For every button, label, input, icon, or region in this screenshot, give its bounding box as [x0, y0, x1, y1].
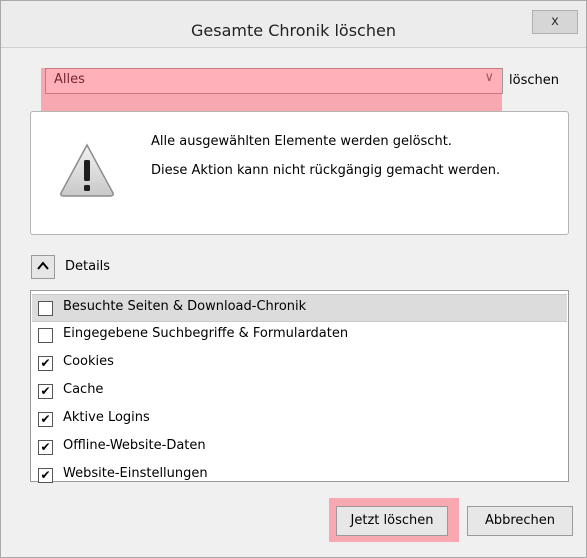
warning-box: Alle ausgewählten Elemente werden gelösc…: [30, 111, 569, 235]
checkbox[interactable]: [38, 301, 53, 316]
list-item[interactable]: ✔ Offline-Website-Daten: [32, 434, 567, 461]
list-item[interactable]: ✔ Cache: [32, 378, 567, 405]
warning-text-line2: Diese Aktion kann nicht rückgängig gemac…: [151, 163, 501, 178]
warning-icon: [60, 143, 114, 197]
cancel-button[interactable]: Abbrechen: [467, 506, 573, 536]
list-item[interactable]: ✔ Cookies: [32, 350, 567, 377]
details-label: Details: [65, 259, 111, 274]
time-range-suffix: löschen: [509, 73, 559, 88]
checkbox[interactable]: ✔: [38, 412, 53, 427]
checkbox[interactable]: ✔: [38, 384, 53, 399]
chevron-up-icon: [37, 261, 49, 270]
dialog-content: Alles ∨ löschen Alle ausgewählten Elemen…: [9, 48, 578, 549]
items-list: Besuchte Seiten & Download-Chronik Eingeg…: [30, 290, 569, 483]
list-item-label: Eingegebene Suchbegriffe & Formulardaten: [63, 326, 349, 341]
list-item[interactable]: Besuchte Seiten & Download-Chronik: [32, 294, 567, 322]
list-item[interactable]: ✔ Aktive Logins: [32, 406, 567, 433]
close-button[interactable]: x: [532, 10, 578, 34]
checkbox[interactable]: ✔: [38, 440, 53, 455]
checkbox[interactable]: ✔: [38, 468, 53, 483]
title-bar: Gesamte Chronik löschen x: [1, 1, 586, 48]
checkbox[interactable]: ✔: [38, 356, 53, 371]
warning-text-line1: Alle ausgewählten Elemente werden gelösc…: [151, 134, 452, 149]
list-item-label: Besuchte Seiten & Download-Chronik: [63, 299, 307, 314]
checkbox[interactable]: [38, 328, 53, 343]
list-item[interactable]: ✔ Website-Einstellungen: [32, 462, 567, 489]
clear-history-dialog: Gesamte Chronik löschen x Alles ∨ lösche…: [0, 0, 587, 558]
list-item[interactable]: Eingegebene Suchbegriffe & Formulardaten: [32, 322, 567, 349]
list-item-label: Cookies: [63, 354, 114, 369]
clear-now-button[interactable]: Jetzt löschen: [336, 506, 448, 536]
list-item-label: Cache: [63, 382, 104, 397]
list-item-label: Website-Einstellungen: [63, 466, 208, 481]
list-item-label: Aktive Logins: [63, 410, 150, 425]
details-collapse-button[interactable]: [31, 255, 55, 279]
list-item-label: Offline-Website-Daten: [63, 438, 206, 453]
time-range-highlight: [41, 68, 502, 115]
dialog-title: Gesamte Chronik löschen: [191, 21, 396, 40]
